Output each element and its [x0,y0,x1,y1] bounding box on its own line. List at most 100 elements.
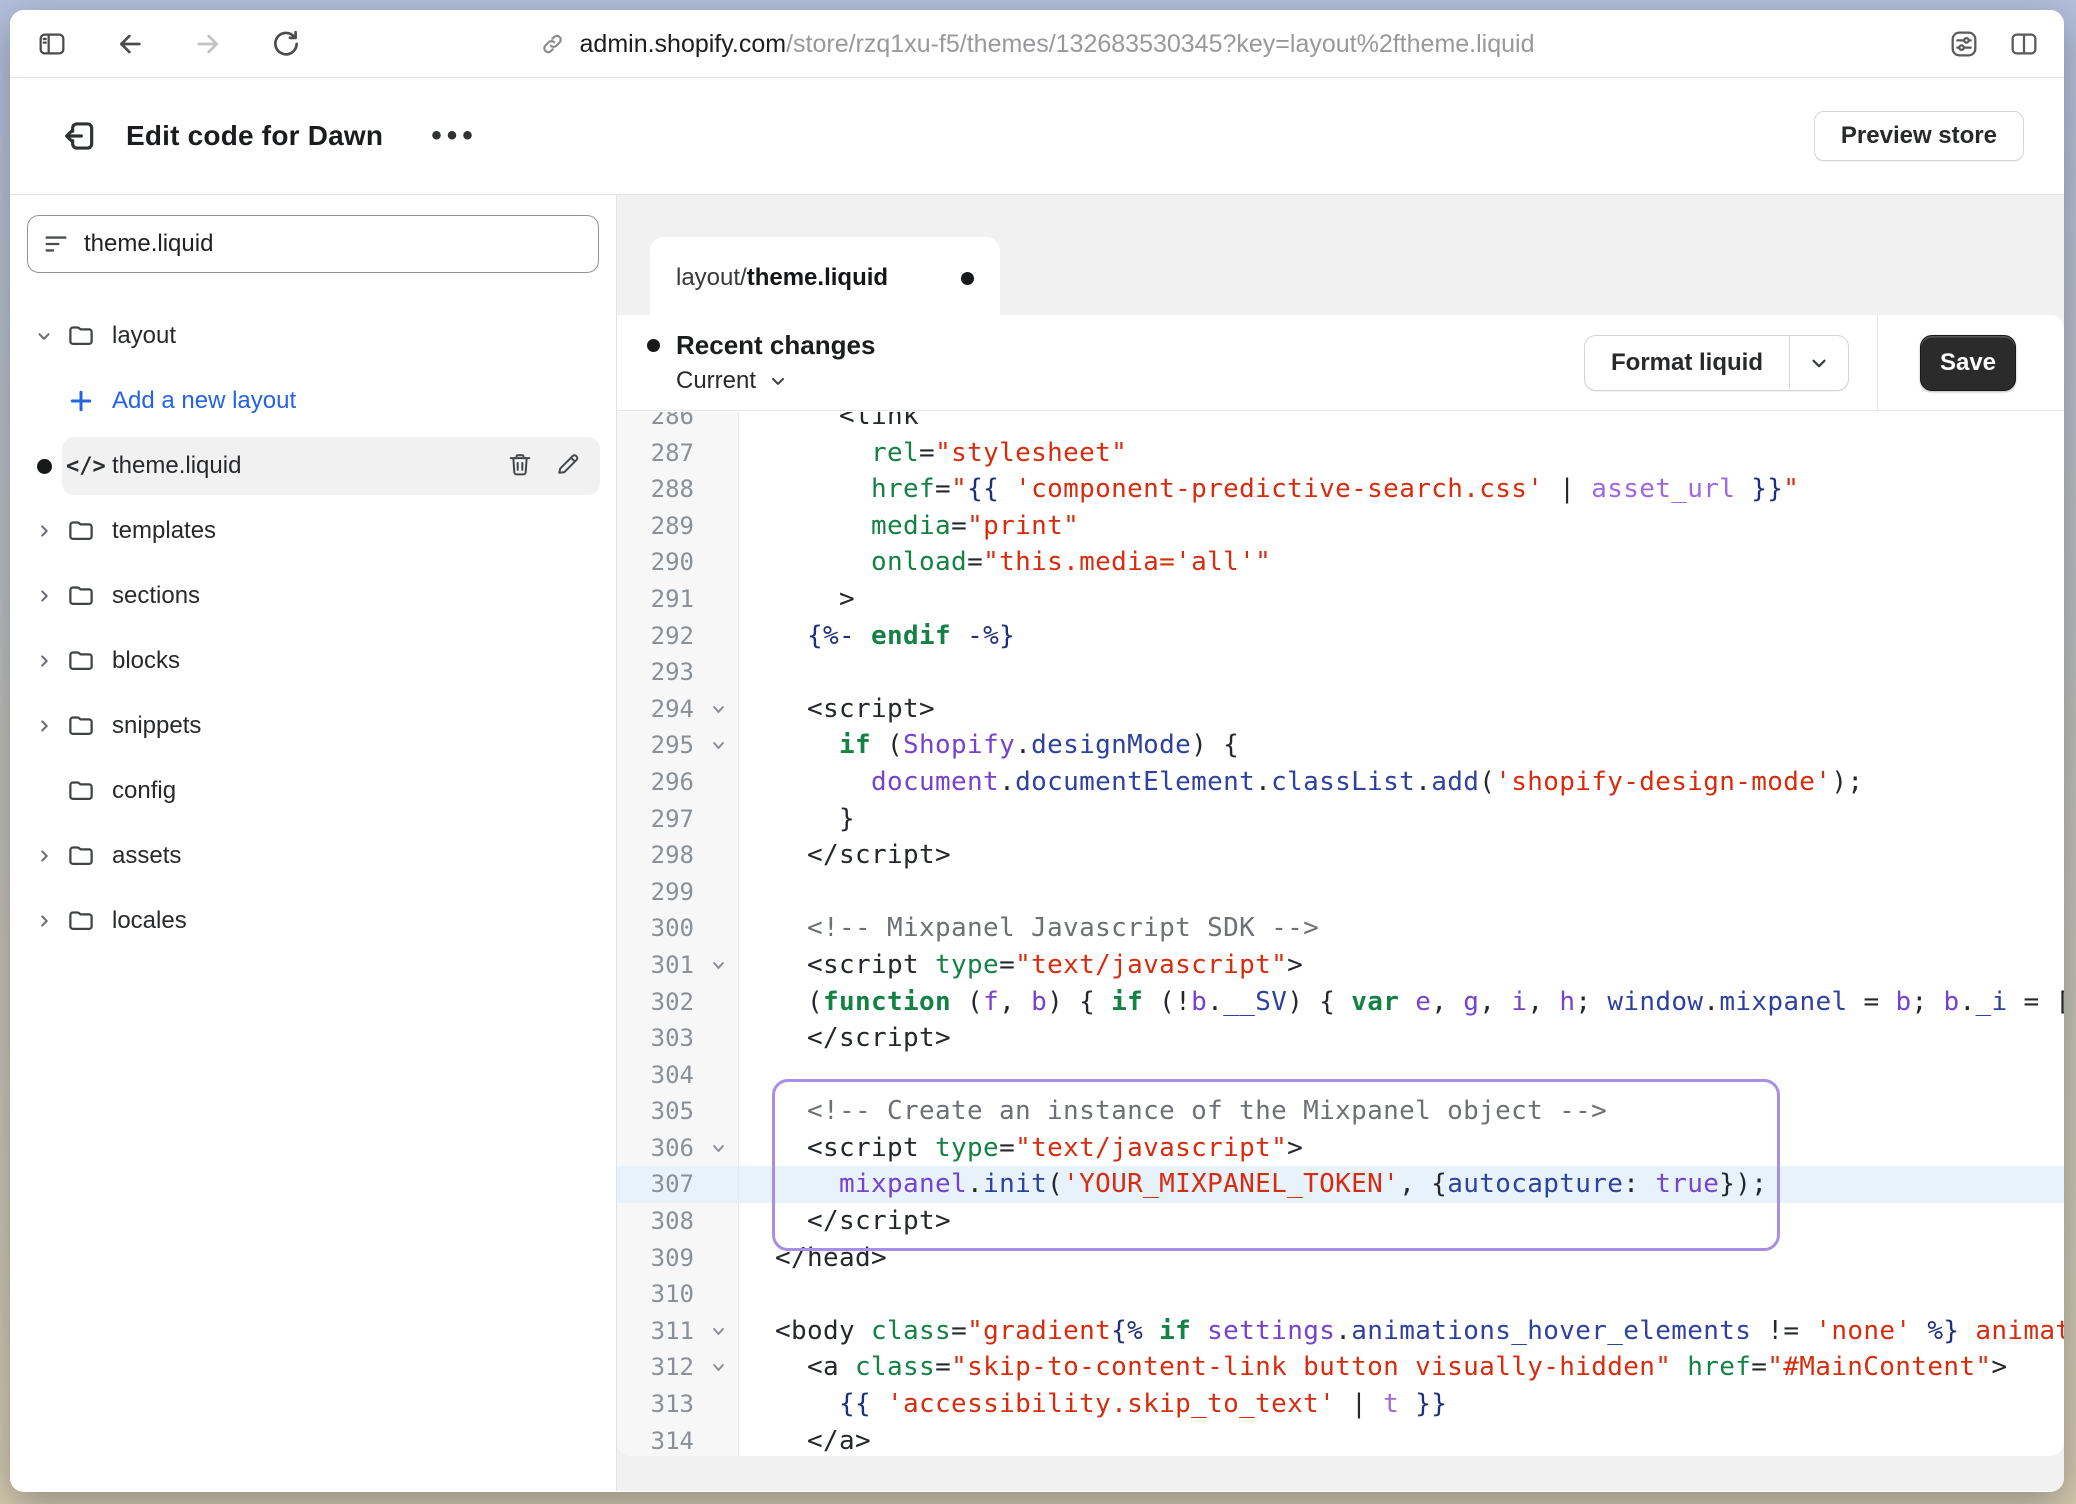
gutter-line[interactable]: 300 [617,910,738,947]
gutter-line[interactable]: 304 [617,1057,738,1094]
fold-chevron-icon[interactable] [711,738,726,753]
code-line[interactable]: mixpanel.init('YOUR_MIXPANEL_TOKEN', {au… [739,1166,2064,1203]
code-line[interactable]: </script> [739,1020,2064,1057]
code-line[interactable]: <script type="text/javascript"> [739,947,2064,984]
reload-icon[interactable] [270,28,302,60]
fold-chevron-icon[interactable] [711,702,726,717]
chevron-down-icon[interactable] [26,325,62,347]
sidebar-item-templates[interactable]: templates [26,502,600,560]
overflow-menu-icon[interactable]: ••• [431,121,478,151]
tab-theme-liquid[interactable]: layout/theme.liquid [650,237,1000,319]
code-line[interactable]: </script> [739,1203,2064,1240]
app-header: Edit code for Dawn ••• Preview store [10,78,2064,195]
gutter-line[interactable]: 298 [617,837,738,874]
chevron-right-icon[interactable] [26,910,62,932]
sidebar-item-snippets[interactable]: snippets [26,697,600,755]
fold-chevron-icon[interactable] [711,958,726,973]
gutter-line[interactable]: 295 [617,727,738,764]
exit-icon[interactable] [60,117,98,155]
gutter-line[interactable]: 289 [617,508,738,545]
chevron-right-icon[interactable] [26,585,62,607]
code-line[interactable]: </head> [739,1240,2064,1277]
sidebar-item-sections[interactable]: sections [26,567,600,625]
chevron-right-icon[interactable] [26,715,62,737]
code-line[interactable]: rel="stylesheet" [739,435,2064,472]
code-line[interactable] [739,1057,2064,1094]
gutter-line[interactable]: 303 [617,1020,738,1057]
code-line[interactable]: {{ 'accessibility.skip_to_text' | t }} [739,1386,2064,1423]
code-line[interactable]: > [739,581,2064,618]
code-line[interactable]: if (Shopify.designMode) { [739,727,2064,764]
gutter-line[interactable]: 291 [617,581,738,618]
gutter-line[interactable]: 290 [617,544,738,581]
code-line[interactable]: onload="this.media='all'" [739,544,2064,581]
sidebar-item-theme-liquid[interactable]: </> theme.liquid [26,437,600,495]
gutter-line[interactable]: 308 [617,1203,738,1240]
pencil-icon[interactable] [554,450,582,483]
back-icon[interactable] [114,28,146,60]
sidebar-item-locales[interactable]: locales [26,892,600,950]
file-search-input[interactable]: theme.liquid [27,215,599,273]
gutter-line[interactable]: 313 [617,1386,738,1423]
format-liquid-button[interactable]: Format liquid [1584,335,1849,391]
gutter-line[interactable]: 306 [617,1130,738,1167]
code-line[interactable] [739,874,2064,911]
code-line[interactable] [739,1276,2064,1313]
gutter-line[interactable]: 296 [617,764,738,801]
code-line[interactable]: <a class="skip-to-content-link button vi… [739,1349,2064,1386]
gutter-line[interactable]: 309 [617,1240,738,1277]
gutter-line[interactable]: 307 [617,1166,738,1203]
gutter-line[interactable]: 287 [617,435,738,472]
browser-settings-icon[interactable] [1948,28,1980,60]
code-line[interactable] [739,654,2064,691]
chevron-down-icon[interactable] [1790,336,1848,390]
gutter-line[interactable]: 293 [617,654,738,691]
gutter-line[interactable]: 286 [617,412,738,435]
address-bar[interactable]: admin.shopify.com/store/rzq1xu-f5/themes… [540,10,1535,78]
code-line[interactable]: </a> [739,1423,2064,1456]
code-line[interactable]: href="{{ 'component-predictive-search.cs… [739,471,2064,508]
fold-chevron-icon[interactable] [711,1141,726,1156]
sidebar-item-config[interactable]: config [26,762,600,820]
code-pane[interactable]: <link rel="stylesheet" href="{{ 'compone… [739,412,2064,1456]
code-line[interactable]: <script> [739,691,2064,728]
gutter-line[interactable]: 305 [617,1093,738,1130]
gutter-line[interactable]: 299 [617,874,738,911]
code-line[interactable]: {%- endif -%} [739,618,2064,655]
code-line[interactable]: } [739,801,2064,838]
save-button[interactable]: Save [1920,335,2016,391]
gutter-line[interactable]: 311 [617,1313,738,1350]
fold-chevron-icon[interactable] [711,1324,726,1339]
sidebar-item-blocks[interactable]: blocks [26,632,600,690]
trash-icon[interactable] [506,450,534,483]
fold-chevron-icon[interactable] [711,1360,726,1375]
gutter-line[interactable]: 294 [617,691,738,728]
gutter-line[interactable]: 310 [617,1276,738,1313]
chevron-right-icon[interactable] [26,845,62,867]
code-line[interactable]: <script type="text/javascript"> [739,1130,2064,1167]
version-selector[interactable]: Current [676,367,875,395]
gutter-line[interactable]: 302 [617,984,738,1021]
code-line[interactable]: media="print" [739,508,2064,545]
sidebar-toggle-icon[interactable] [36,28,68,60]
split-view-icon[interactable] [2008,28,2040,60]
sidebar-item-layout[interactable]: layout [26,307,600,365]
gutter-line[interactable]: 292 [617,618,738,655]
sidebar-item-assets[interactable]: assets [26,827,600,885]
preview-store-button[interactable]: Preview store [1814,111,2024,161]
code-line[interactable]: </script> [739,837,2064,874]
chevron-right-icon[interactable] [26,520,62,542]
gutter-line[interactable]: 297 [617,801,738,838]
code-line[interactable]: (function (f, b) { if (!b.__SV) { var e,… [739,984,2064,1021]
code-line[interactable]: <body class="gradient{% if settings.anim… [739,1313,2064,1350]
code-line[interactable]: <link [739,412,2064,435]
gutter-line[interactable]: 301 [617,947,738,984]
sidebar-item-add-layout[interactable]: Add a new layout [26,372,600,430]
chevron-right-icon[interactable] [26,650,62,672]
gutter-line[interactable]: 312 [617,1349,738,1386]
gutter-line[interactable]: 314 [617,1423,738,1456]
gutter-line[interactable]: 288 [617,471,738,508]
code-line[interactable]: document.documentElement.classList.add('… [739,764,2064,801]
code-line[interactable]: <!-- Create an instance of the Mixpanel … [739,1093,2064,1130]
code-line[interactable]: <!-- Mixpanel Javascript SDK --> [739,910,2064,947]
